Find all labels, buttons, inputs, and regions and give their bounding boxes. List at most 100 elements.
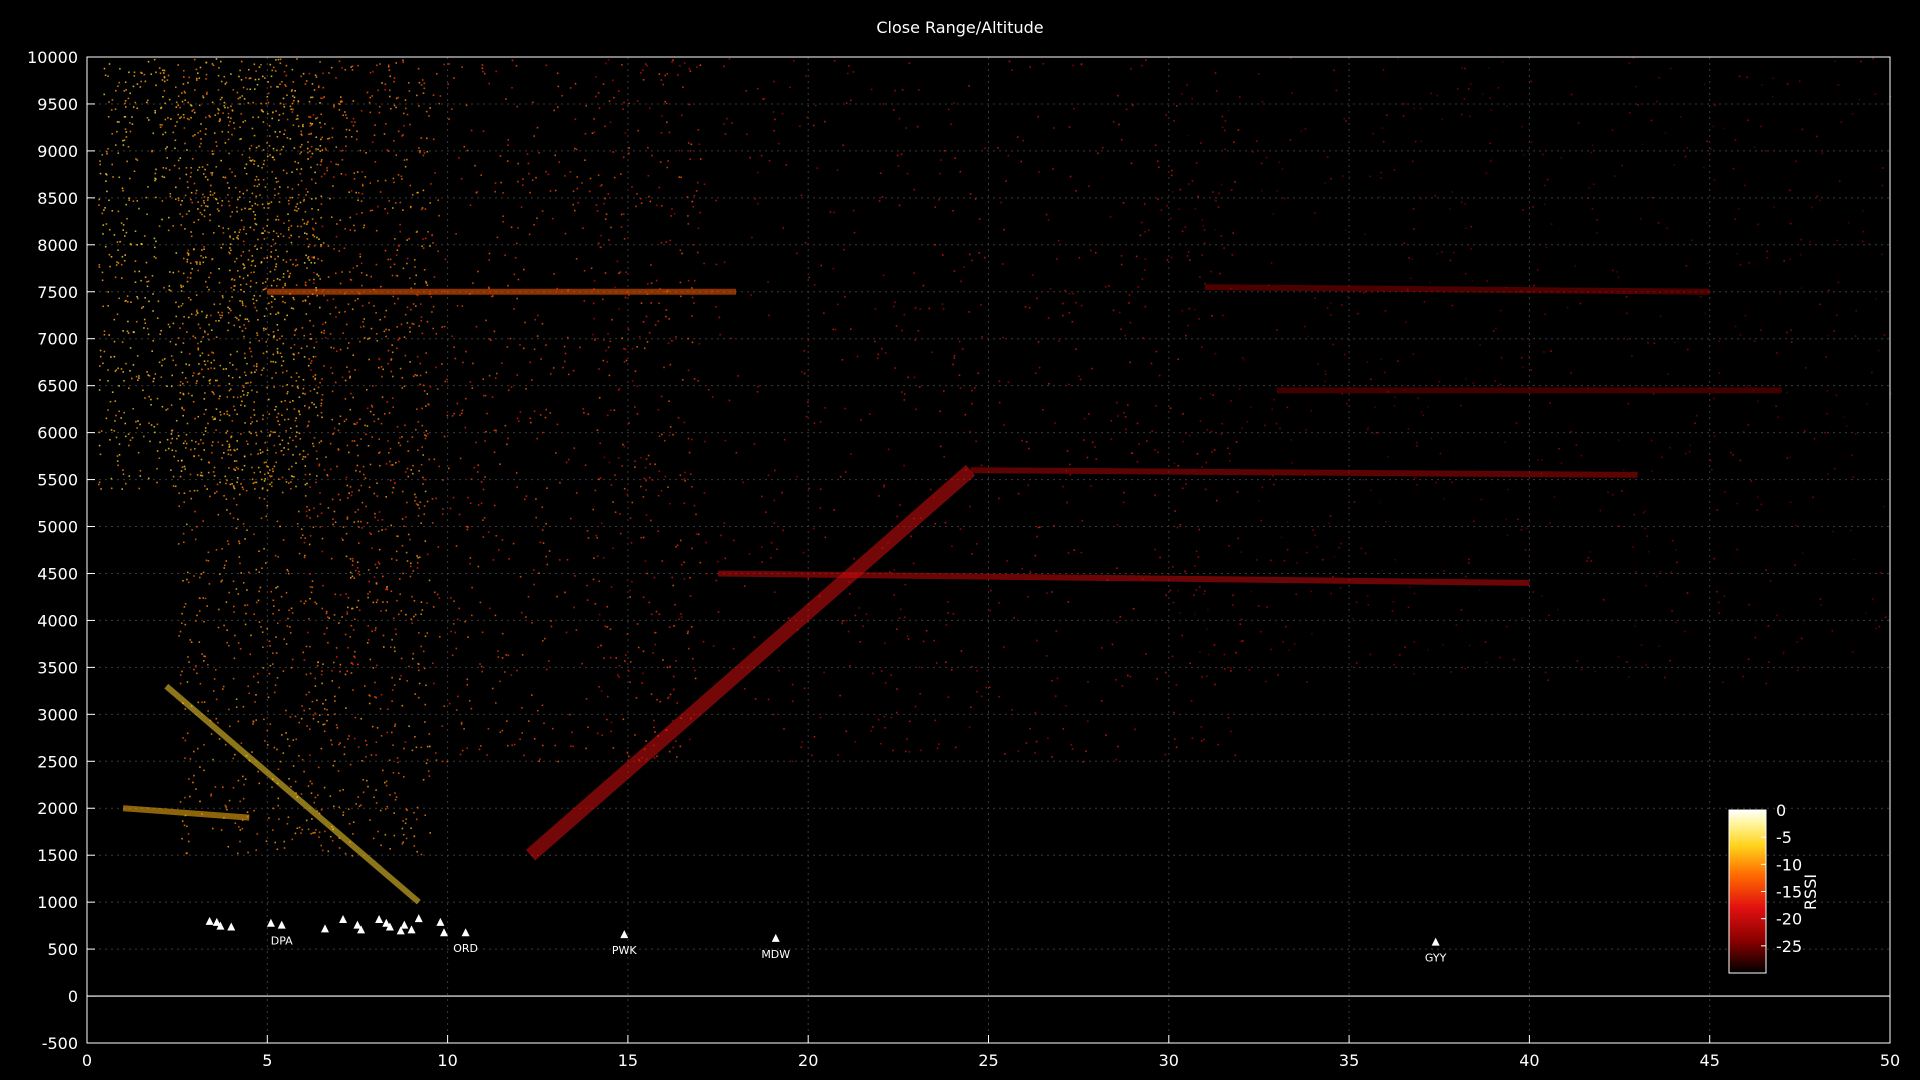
data-point — [612, 79, 614, 82]
data-point — [245, 382, 247, 385]
data-point — [691, 438, 693, 441]
data-point — [1380, 171, 1382, 174]
data-point — [167, 117, 169, 119]
data-point — [418, 105, 420, 107]
data-point — [664, 100, 666, 103]
data-point — [165, 409, 167, 411]
data-point — [357, 199, 359, 202]
data-point — [349, 278, 352, 281]
data-point — [588, 190, 591, 193]
data-point — [1075, 348, 1077, 350]
data-point — [207, 360, 209, 362]
data-point — [813, 422, 816, 424]
data-point — [182, 342, 185, 344]
data-point — [1293, 643, 1296, 645]
data-point — [302, 300, 304, 302]
data-point — [136, 296, 138, 298]
data-point — [291, 385, 294, 387]
data-point — [249, 341, 251, 344]
data-point — [347, 497, 349, 499]
data-point — [394, 650, 396, 653]
data-point — [603, 657, 605, 659]
data-point — [214, 417, 216, 420]
data-point — [1095, 458, 1098, 460]
data-point — [401, 843, 404, 845]
data-point — [100, 430, 103, 432]
data-point — [470, 478, 473, 480]
data-point — [634, 406, 636, 408]
data-point — [1813, 437, 1816, 440]
data-point — [279, 62, 282, 65]
data-point — [684, 471, 686, 474]
data-point — [715, 579, 718, 582]
data-point — [815, 104, 817, 107]
data-point — [1233, 141, 1235, 144]
data-point — [1329, 302, 1332, 304]
data-point — [207, 471, 210, 474]
data-point — [1420, 140, 1423, 142]
data-point — [388, 329, 390, 331]
data-point — [535, 498, 537, 500]
data-point — [556, 595, 558, 598]
data-point — [289, 632, 292, 634]
data-point — [108, 63, 111, 65]
data-point — [451, 108, 453, 110]
data-point — [153, 377, 155, 380]
data-point — [222, 176, 225, 178]
data-point — [420, 316, 423, 318]
data-point — [179, 801, 182, 803]
data-point — [295, 259, 297, 261]
data-point — [266, 628, 269, 630]
data-point — [1154, 548, 1156, 551]
data-point — [219, 411, 222, 413]
data-point — [322, 72, 324, 75]
data-point — [446, 378, 448, 381]
data-point — [309, 150, 311, 153]
data-point — [312, 375, 315, 378]
data-point — [854, 614, 857, 617]
data-point — [1191, 180, 1194, 182]
data-point — [120, 263, 123, 266]
data-point — [845, 730, 848, 733]
data-point — [203, 701, 206, 703]
data-point — [947, 601, 949, 603]
data-point — [179, 157, 182, 159]
data-point — [413, 845, 416, 847]
data-point — [645, 740, 647, 742]
data-point — [310, 96, 312, 99]
data-point — [254, 245, 256, 247]
data-point — [323, 469, 326, 471]
data-point — [181, 622, 183, 624]
data-point — [352, 354, 354, 356]
data-point — [181, 100, 184, 103]
data-point — [323, 730, 326, 733]
data-point — [516, 374, 519, 376]
data-point — [344, 173, 347, 176]
data-point — [220, 829, 223, 831]
data-point — [184, 708, 187, 710]
data-point — [624, 296, 627, 299]
data-point — [295, 372, 298, 374]
data-point — [387, 349, 390, 352]
data-point — [240, 208, 243, 211]
data-point — [420, 463, 423, 466]
data-point — [1221, 423, 1224, 425]
data-point — [1091, 441, 1094, 444]
data-point — [612, 151, 615, 153]
data-point — [285, 85, 287, 87]
data-point — [343, 247, 346, 249]
data-point — [853, 231, 856, 234]
data-point — [302, 378, 305, 381]
data-point — [244, 357, 246, 359]
data-point — [429, 107, 431, 109]
data-point — [187, 186, 189, 189]
data-point — [572, 203, 574, 206]
data-point — [208, 288, 210, 291]
data-point — [185, 173, 188, 176]
data-point — [223, 567, 225, 569]
data-point — [272, 663, 274, 665]
data-point — [171, 449, 174, 452]
data-point — [211, 63, 214, 65]
data-point — [236, 210, 238, 213]
data-point — [425, 280, 427, 283]
